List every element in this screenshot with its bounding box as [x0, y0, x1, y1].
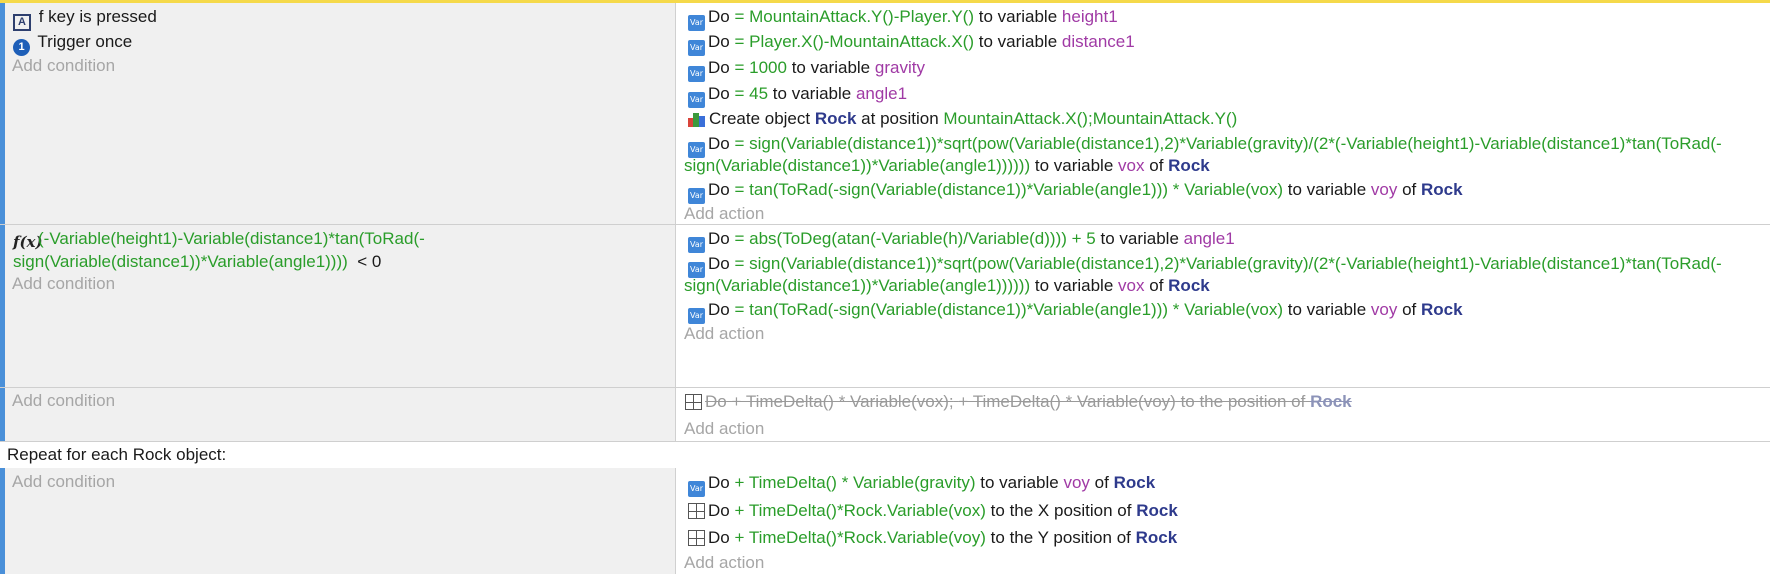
action-change-y-position[interactable]: Do + TimeDelta()*Rock.Variable(voy) to t…	[688, 527, 1177, 549]
action-create-object[interactable]: Create object Rock at position MountainA…	[688, 108, 1237, 130]
event-4-repeat-body[interactable]: Add condition Var Do + TimeDelta() * Vari…	[0, 468, 1770, 574]
add-action-button[interactable]: Add action	[684, 418, 764, 440]
add-condition-button[interactable]: Add condition	[12, 390, 115, 412]
action-set-voy[interactable]: Var Do = tan(ToRad(-sign(Variable(distanc…	[688, 179, 1463, 204]
actions-panel[interactable]: Var Do = MountainAttack.Y()-Player.Y() to…	[676, 3, 1770, 224]
action-set-voy[interactable]: Var Do = tan(ToRad(-sign(Variable(distanc…	[688, 299, 1463, 324]
function-fx-icon: f(x)	[13, 233, 43, 251]
condition-trigger-once[interactable]: 1 Trigger once	[13, 31, 132, 56]
event-3-disabled[interactable]: Add condition Do + TimeDelta() * Variabl…	[0, 388, 1770, 442]
variable-icon: Var	[688, 40, 705, 56]
action-set-gravity[interactable]: Var Do = 1000 to variable gravity	[688, 57, 925, 82]
variable-icon: Var	[688, 188, 705, 204]
action-set-vox-continued[interactable]: sign(Variable(distance1))*Variable(angle…	[684, 155, 1210, 177]
conditions-panel[interactable]: Add condition	[5, 388, 676, 441]
variable-icon: Var	[688, 237, 705, 253]
condition-compare-expression[interactable]: f(x)(-Variable(height1)-Variable(distanc…	[13, 228, 425, 251]
action-set-distance1[interactable]: Var Do = Player.X()-MountainAttack.X() to…	[688, 31, 1135, 56]
event-1[interactable]: A f key is pressed 1 Trigger once Add co…	[0, 3, 1770, 225]
variable-icon: Var	[688, 92, 705, 108]
action-add-force-disabled[interactable]: Do + TimeDelta() * Variable(vox); + Time…	[685, 391, 1352, 413]
create-object-icon	[688, 111, 706, 127]
actions-panel[interactable]: Var Do + TimeDelta() * Variable(gravity) …	[676, 468, 1770, 574]
repeat-for-each-header[interactable]: Repeat for each Rock object:	[0, 442, 1770, 468]
variable-icon: Var	[688, 481, 705, 497]
action-set-vox-continued[interactable]: sign(Variable(distance1))*Variable(angle…	[684, 275, 1210, 297]
event-2[interactable]: f(x)(-Variable(height1)-Variable(distanc…	[0, 225, 1770, 388]
conditions-panel[interactable]: Add condition	[5, 468, 676, 574]
condition-text: Trigger once	[37, 32, 133, 51]
condition-text: f key is pressed	[38, 7, 157, 26]
condition-key-pressed[interactable]: A f key is pressed	[13, 6, 157, 31]
position-icon	[685, 394, 702, 410]
variable-icon: Var	[688, 66, 705, 82]
conditions-panel[interactable]: f(x)(-Variable(height1)-Variable(distanc…	[5, 225, 676, 387]
action-change-x-position[interactable]: Do + TimeDelta()*Rock.Variable(vox) to t…	[688, 500, 1178, 522]
actions-panel[interactable]: Var Do = abs(ToDeg(atan(-Variable(h)/Vari…	[676, 225, 1770, 387]
position-icon	[688, 503, 705, 519]
action-set-angle1[interactable]: Var Do = 45 to variable angle1	[688, 83, 907, 108]
action-set-height1[interactable]: Var Do = MountainAttack.Y()-Player.Y() to…	[688, 6, 1118, 31]
repeat-label: Repeat for each Rock object:	[7, 445, 227, 464]
key-icon: A	[13, 14, 31, 31]
actions-panel[interactable]: Do + TimeDelta() * Variable(vox); + Time…	[676, 388, 1770, 441]
action-set-angle1[interactable]: Var Do = abs(ToDeg(atan(-Variable(h)/Vari…	[688, 228, 1235, 253]
add-action-button[interactable]: Add action	[684, 203, 764, 225]
variable-icon: Var	[688, 15, 705, 31]
action-add-gravity-to-voy[interactable]: Var Do + TimeDelta() * Variable(gravity) …	[688, 472, 1155, 497]
variable-icon: Var	[688, 308, 705, 324]
condition-compare-expression-continued[interactable]: sign(Variable(distance1))*Variable(angle…	[13, 251, 381, 273]
add-condition-button[interactable]: Add condition	[12, 273, 115, 295]
add-condition-button[interactable]: Add condition	[12, 55, 115, 77]
position-icon	[688, 530, 705, 546]
add-action-button[interactable]: Add action	[684, 552, 764, 574]
add-action-button[interactable]: Add action	[684, 323, 764, 345]
trigger-once-icon: 1	[13, 39, 30, 56]
add-condition-button[interactable]: Add condition	[12, 471, 115, 493]
conditions-panel[interactable]: A f key is pressed 1 Trigger once Add co…	[5, 3, 676, 224]
